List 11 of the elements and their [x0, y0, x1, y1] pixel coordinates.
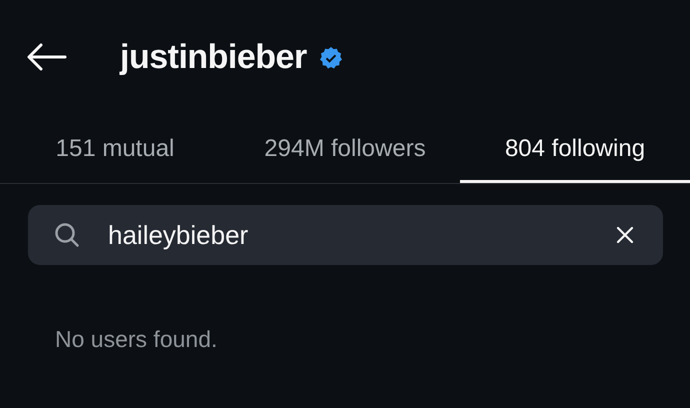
back-button[interactable] [26, 42, 68, 72]
tab[interactable]: 804 following [460, 114, 690, 183]
tab[interactable]: 151 mutual [0, 114, 230, 183]
tab[interactable]: 294M followers [230, 114, 460, 183]
back-arrow-icon [27, 43, 67, 71]
empty-results-message: No users found. [55, 325, 218, 354]
profile-username: justinbieber [120, 36, 307, 78]
search-field[interactable]: haileybieber [28, 205, 663, 265]
search-icon [54, 222, 80, 248]
search-query: haileybieber [108, 218, 248, 252]
close-icon [616, 226, 634, 244]
